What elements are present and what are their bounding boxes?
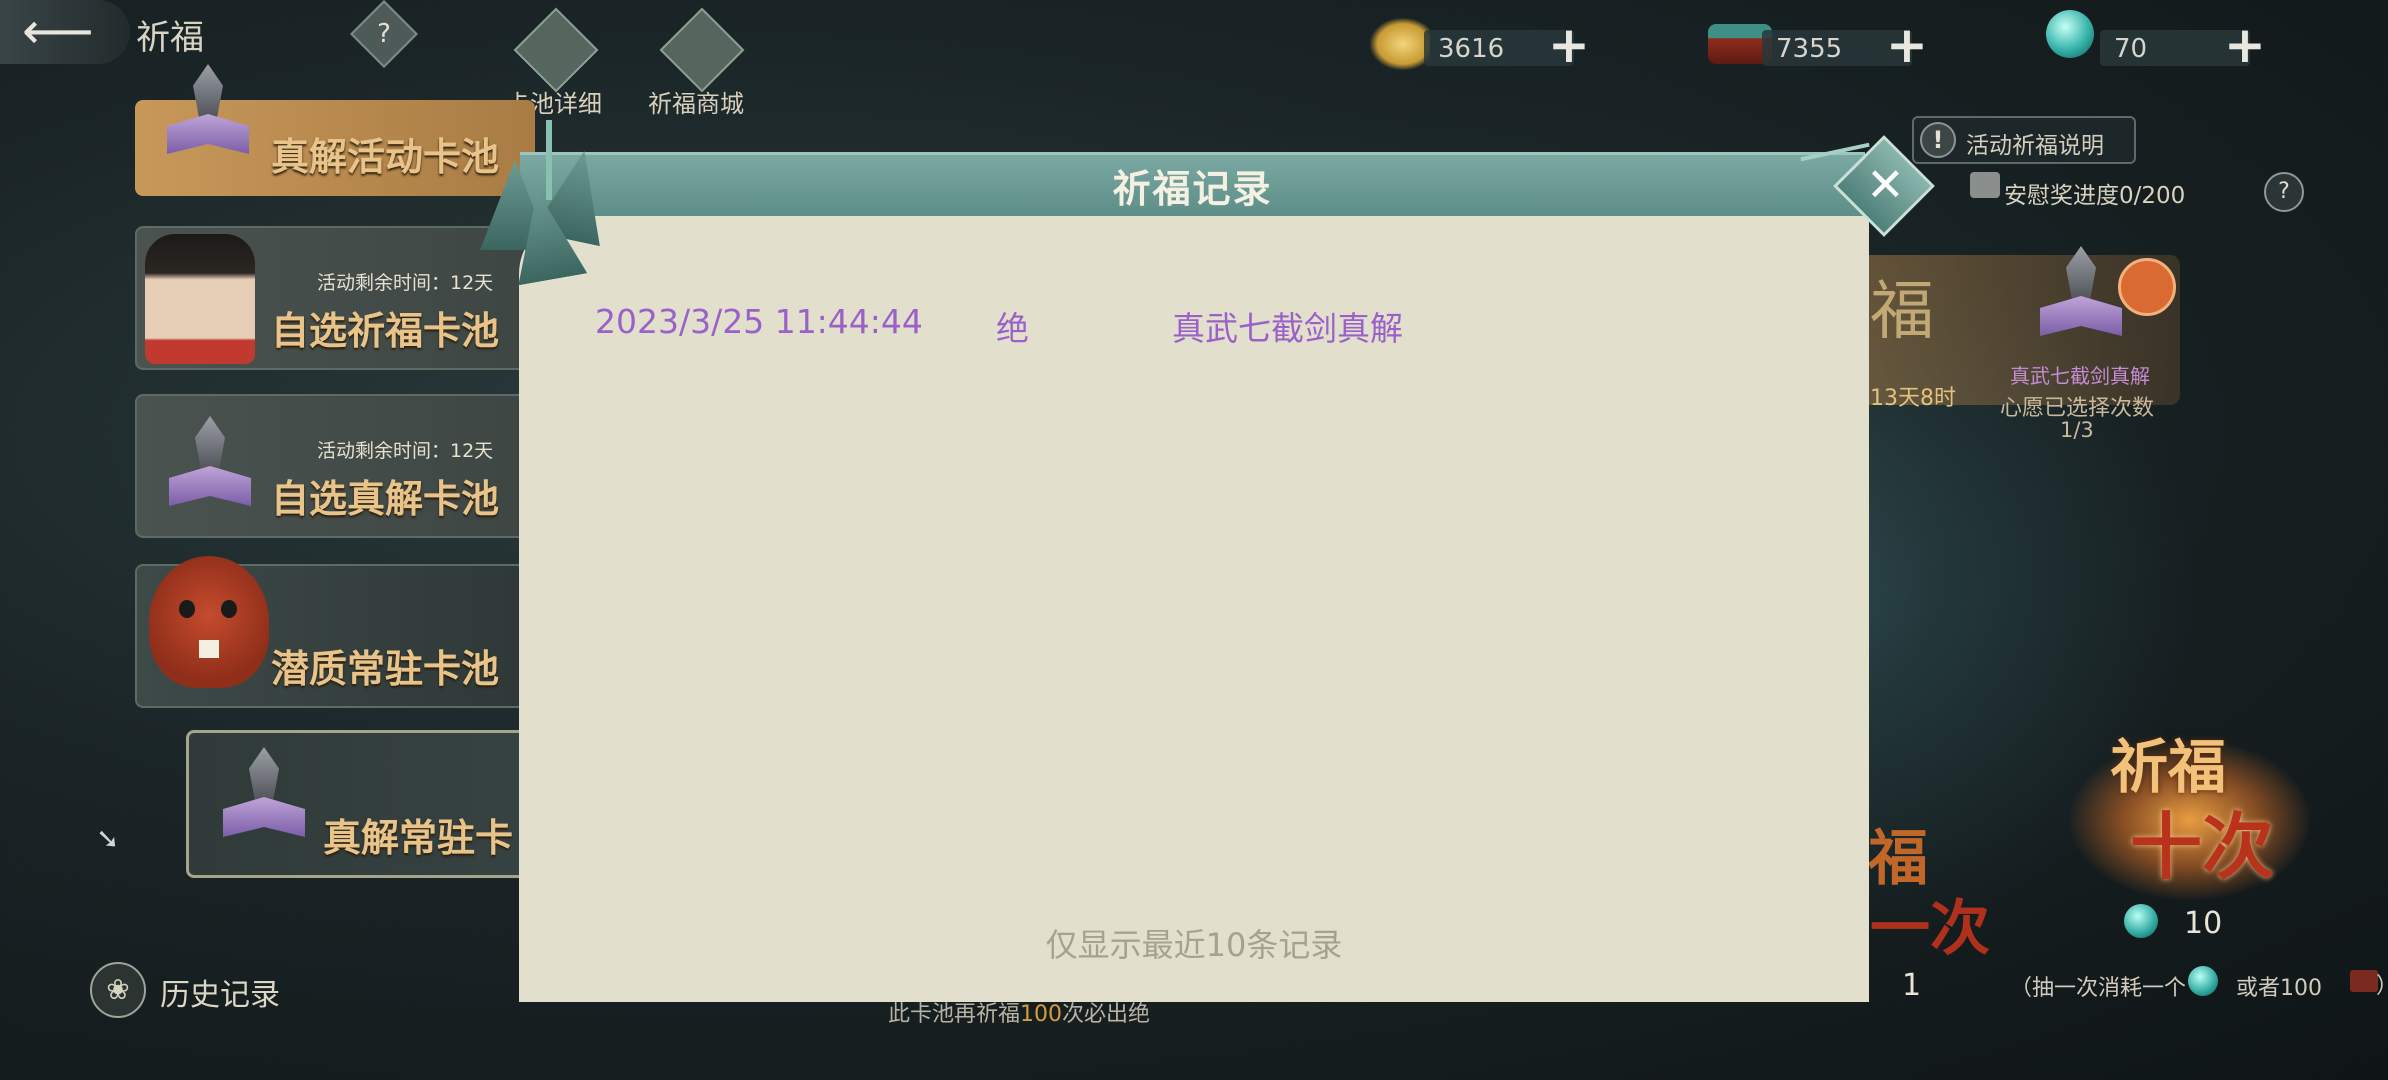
wish-selected-count: 1/3 xyxy=(2060,418,2094,442)
pool-item-custom-true-solution[interactable]: 活动剩余时间：12天 自选真解卡池 xyxy=(135,394,539,538)
draw-ten-cost: 10 xyxy=(2184,906,2223,941)
draw-one-cost: 1 xyxy=(1902,968,1922,1003)
back-button[interactable]: ⟵ xyxy=(0,0,130,64)
draw-ten-line2: 十次 xyxy=(2130,804,2275,889)
pool-remain-time: 活动剩余时间：12天 xyxy=(317,440,494,462)
character-portrait xyxy=(145,234,255,364)
modal-footer-note: 仅显示最近10条记录 xyxy=(1045,926,1343,964)
consolation-progress: 安慰奖进度0/200 xyxy=(1970,172,2186,210)
consolation-help-button[interactable]: ? xyxy=(2264,172,2304,212)
pity-count: 100 xyxy=(1020,1002,1063,1027)
tab-blessing-shop-label: 祈福商城 xyxy=(648,90,744,118)
pool-name: 自选祈福卡池 xyxy=(271,308,500,353)
refresh-wish-icon[interactable] xyxy=(2118,258,2176,316)
cost-note: （抽一次消耗一个 xyxy=(2010,976,2187,1001)
arrow-icon: ➘ xyxy=(96,822,120,855)
pool-name: 自选真解卡池 xyxy=(271,476,500,521)
book-icon xyxy=(165,416,255,516)
pool-name: 真解活动卡池 xyxy=(271,134,500,179)
modal-title: 祈福记录 xyxy=(1112,166,1273,211)
add-chest-button[interactable]: + xyxy=(1882,20,1932,72)
event-info-button[interactable]: ! 活动祈福说明 xyxy=(1912,116,2136,164)
chest-icon xyxy=(1970,172,2000,198)
record-time: 2023/3/25 11:44:44 xyxy=(595,302,923,341)
cost-note-end: ） xyxy=(2376,968,2388,1000)
modal-decoration xyxy=(470,120,640,270)
jade-orb-icon xyxy=(2046,10,2094,58)
pool-name: 真解常驻卡 xyxy=(323,815,514,860)
tab-blessing-shop[interactable] xyxy=(654,7,745,93)
tab-pool-details[interactable] xyxy=(508,7,599,93)
consolation-progress-text: 安慰奖进度0/200 xyxy=(2004,183,2186,209)
back-arrow-icon: ⟵ xyxy=(22,2,94,60)
event-info-label: 活动祈福说明 xyxy=(1966,133,2104,159)
wish-book-icon[interactable] xyxy=(2036,246,2126,346)
pool-remain-time: 活动剩余时间：12天 xyxy=(317,272,494,294)
add-orb-button[interactable]: + xyxy=(2220,20,2270,72)
squirrel-portrait xyxy=(149,556,269,688)
record-rank: 绝 xyxy=(996,309,1029,348)
pool-item-potential-standard[interactable]: 潜质常驻卡池 xyxy=(135,556,539,708)
close-icon: ✕ xyxy=(1866,157,1905,212)
cards-icon xyxy=(513,7,599,93)
draw-one-fragment-2[interactable]: 一次 xyxy=(1870,880,1990,967)
orb-icon xyxy=(2188,966,2218,996)
book-icon xyxy=(163,64,253,164)
orb-icon xyxy=(2124,904,2158,938)
page-title: 祈福 xyxy=(136,18,204,58)
history-button[interactable]: ❀ 历史记录 xyxy=(90,962,310,1018)
orb-shop-icon xyxy=(659,7,745,93)
wish-book-name: 真武七截剑真解 xyxy=(2010,364,2150,388)
history-label: 历史记录 xyxy=(160,978,280,1013)
banner-time-fragment: 13天8时 xyxy=(1870,386,1956,411)
book-icon xyxy=(219,747,309,847)
record-item: 真武七截剑真解 xyxy=(1172,309,1403,348)
gold-amount: 3616 xyxy=(1438,34,1505,64)
cost-note-alt: 或者100 xyxy=(2236,976,2322,1001)
chest-icon xyxy=(2350,970,2378,992)
exclamation-icon: ! xyxy=(1920,122,1956,158)
pool-name: 潜质常驻卡池 xyxy=(271,646,500,691)
lotus-icon: ❀ xyxy=(90,962,146,1018)
question-icon: ? xyxy=(377,19,391,49)
chest-amount: 7355 xyxy=(1776,34,1843,64)
banner-title-fragment: 福 xyxy=(1870,275,1934,349)
draw-ten-button[interactable]: 祈福 十次 xyxy=(2050,700,2350,900)
orb-amount: 70 xyxy=(2114,34,2148,64)
help-button[interactable]: ? xyxy=(350,0,418,68)
gold-ingot-icon xyxy=(1370,18,1430,70)
add-gold-button[interactable]: + xyxy=(1544,20,1594,72)
